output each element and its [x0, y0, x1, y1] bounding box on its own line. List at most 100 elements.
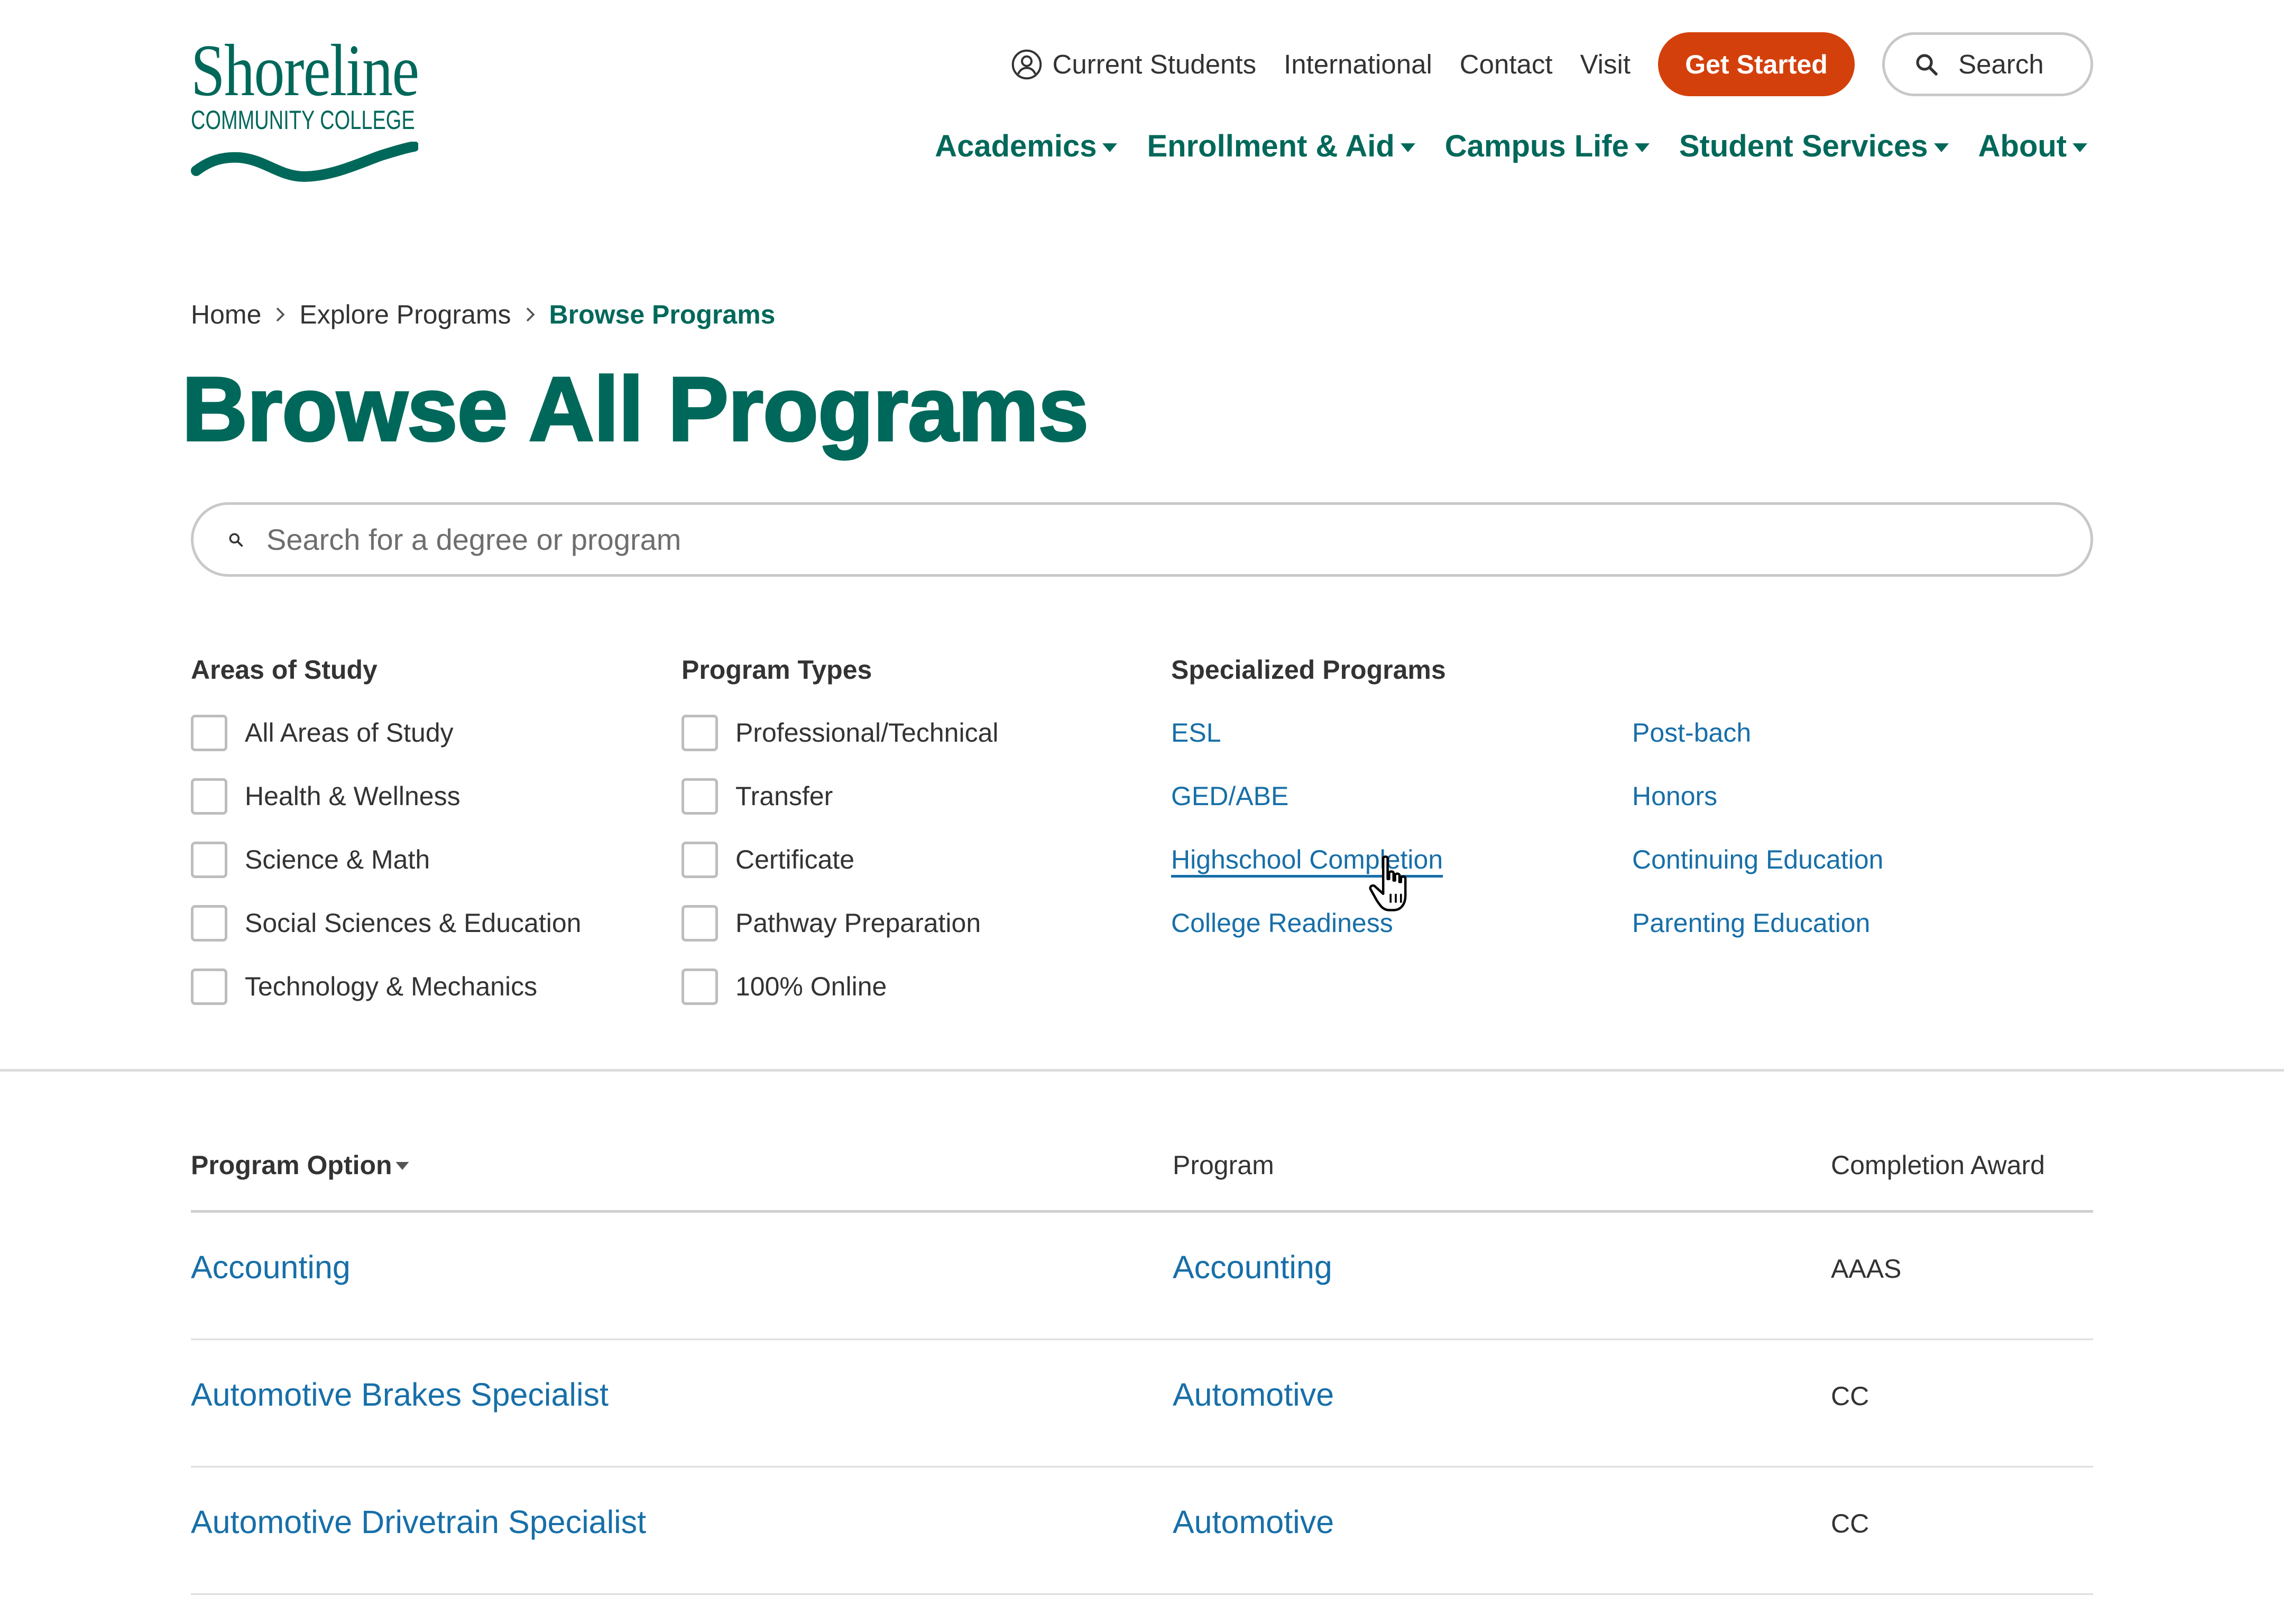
nav-student-services-label: Student Services [1679, 128, 1928, 163]
specialized-link-continuing-education[interactable]: Continuing Education [1632, 844, 1883, 875]
nav-about[interactable]: About [1978, 128, 2087, 164]
caret-down-icon [2073, 143, 2087, 152]
search-icon [1916, 53, 1938, 76]
programs-table: Program Option Program Completion Award … [191, 1142, 2093, 1595]
column-header-program-option[interactable]: Program Option [191, 1142, 1173, 1210]
international-link[interactable]: International [1284, 49, 1432, 80]
nav-academics[interactable]: Academics [935, 128, 1118, 164]
filter-option[interactable]: Technology & Mechanics [191, 955, 581, 1018]
table-row: Automotive Brakes Specialist Automotive … [191, 1340, 2093, 1468]
caret-down-icon [1102, 143, 1118, 152]
caret-down-icon [1634, 143, 1650, 152]
filter-option[interactable]: Social Sciences & Education [191, 891, 581, 955]
completion-award: CC [1831, 1509, 1869, 1538]
site-search-label: Search [1958, 49, 2044, 79]
specialized-link-college-readiness[interactable]: College Readiness [1171, 908, 1393, 938]
nav-student-services[interactable]: Student Services [1679, 128, 1949, 164]
filter-option-label[interactable]: Pathway Preparation [735, 908, 981, 938]
contact-link[interactable]: Contact [1460, 49, 1553, 80]
completion-award: AAAS [1831, 1254, 1902, 1284]
filter-option-label[interactable]: 100% Online [735, 971, 887, 1002]
specialized-link-highschool-completion[interactable]: Highschool Completion [1171, 844, 1443, 875]
column-header-label: Program Option [191, 1150, 392, 1180]
filter-option-label[interactable]: Technology & Mechanics [245, 971, 537, 1002]
filter-option-label[interactable]: Science & Math [245, 844, 430, 875]
logo-wave-icon [191, 142, 418, 182]
current-students-link[interactable]: Current Students [1011, 49, 1256, 80]
specialized-programs-links: ESL GED/ABE Highschool Completion Colleg… [1171, 701, 2093, 955]
program-link[interactable]: Automotive [1173, 1340, 1831, 1466]
filter-option[interactable]: Science & Math [191, 828, 581, 891]
checkbox-social-sciences-education[interactable] [191, 905, 227, 942]
specialized-programs-heading: Specialized Programs [1171, 655, 1446, 685]
filter-option[interactable]: All Areas of Study [191, 701, 581, 764]
checkbox-pathway-preparation[interactable] [681, 905, 718, 942]
specialized-link-esl[interactable]: ESL [1171, 717, 1221, 748]
checkbox-health-wellness[interactable] [191, 778, 227, 815]
breadcrumb-explore-programs-link[interactable]: Explore Programs [299, 299, 511, 330]
nav-campus-life[interactable]: Campus Life [1445, 128, 1650, 164]
logo-wordmark: Shoreline [191, 30, 419, 112]
areas-of-study-filter: Areas of Study All Areas of Study Health… [191, 650, 581, 1018]
college-logo[interactable]: Shoreline COMMUNITY COLLEGE [191, 34, 419, 189]
filter-option-label[interactable]: Transfer [735, 781, 833, 811]
program-option-link[interactable]: Accounting [191, 1213, 1173, 1339]
caret-down-icon [395, 1162, 409, 1170]
checkbox-transfer[interactable] [681, 778, 718, 815]
page-title: Browse All Programs [181, 358, 1090, 460]
column-header-completion-award[interactable]: Completion Award [1831, 1142, 2093, 1210]
breadcrumb-current: Browse Programs [549, 300, 776, 329]
program-search-field[interactable] [191, 502, 2093, 577]
filter-option-label[interactable]: Professional/Technical [735, 717, 999, 748]
program-link[interactable]: Accounting [1173, 1213, 1831, 1339]
table-row: Automotive Drivetrain Specialist Automot… [191, 1468, 2093, 1595]
program-search-input[interactable] [266, 505, 2059, 574]
completion-award: CC [1831, 1381, 1869, 1411]
specialized-link-ged-abe[interactable]: GED/ABE [1171, 781, 1288, 811]
nav-academics-label: Academics [935, 128, 1097, 163]
caret-down-icon [1933, 143, 1949, 152]
specialized-link-parenting-education[interactable]: Parenting Education [1632, 908, 1870, 938]
checkbox-professional-technical[interactable] [681, 714, 718, 751]
filter-option-label[interactable]: Certificate [735, 844, 854, 875]
get-started-button[interactable]: Get Started [1658, 32, 1855, 96]
filter-option[interactable]: Transfer [681, 764, 999, 828]
search-icon [229, 533, 243, 547]
program-types-filter: Program Types Professional/Technical Tra… [681, 650, 999, 1018]
checkbox-certificate[interactable] [681, 841, 718, 878]
checkbox-all-areas-of-study[interactable] [191, 714, 227, 751]
chevron-right-icon [525, 306, 536, 323]
filter-option[interactable]: Pathway Preparation [681, 891, 999, 955]
filter-option[interactable]: 100% Online [681, 955, 999, 1018]
breadcrumb-home-link[interactable]: Home [191, 299, 261, 330]
checkbox-100-online[interactable] [681, 968, 718, 1005]
specialized-link-honors[interactable]: Honors [1632, 781, 1717, 811]
specialized-links-column: Post-bach Honors Continuing Education Pa… [1632, 701, 2093, 955]
nav-enrollment-aid-label: Enrollment & Aid [1147, 128, 1395, 163]
filter-option[interactable]: Professional/Technical [681, 701, 999, 764]
specialized-link-post-bach[interactable]: Post-bach [1632, 717, 1751, 748]
filter-option-label[interactable]: Social Sciences & Education [245, 908, 581, 938]
utility-nav: Current Students International Contact V… [1011, 32, 2093, 96]
checkbox-technology-mechanics[interactable] [191, 968, 227, 1005]
nav-about-label: About [1978, 128, 2067, 163]
user-circle-icon [1011, 49, 1042, 79]
nav-enrollment-aid[interactable]: Enrollment & Aid [1147, 128, 1415, 164]
table-row: Accounting Accounting AAAS [191, 1213, 2093, 1340]
filter-option[interactable]: Health & Wellness [191, 764, 581, 828]
logo-subtitle: COMMUNITY COLLEGE [191, 105, 415, 135]
filter-option-label[interactable]: Health & Wellness [245, 781, 461, 811]
filter-option-label[interactable]: All Areas of Study [245, 717, 454, 748]
column-header-program[interactable]: Program [1173, 1142, 1831, 1210]
filter-option[interactable]: Certificate [681, 828, 999, 891]
program-option-link[interactable]: Automotive Drivetrain Specialist [191, 1468, 1173, 1593]
site-search-button[interactable]: Search [1882, 32, 2093, 96]
main-nav: Academics Enrollment & Aid Campus Life S… [935, 125, 2087, 167]
section-divider [0, 1069, 2284, 1072]
program-option-link[interactable]: Automotive Brakes Specialist [191, 1340, 1173, 1466]
program-link[interactable]: Automotive [1173, 1468, 1831, 1593]
visit-link[interactable]: Visit [1580, 49, 1631, 80]
program-types-heading: Program Types [681, 655, 872, 685]
checkbox-science-math[interactable] [191, 841, 227, 878]
table-header: Program Option Program Completion Award [191, 1142, 2093, 1213]
